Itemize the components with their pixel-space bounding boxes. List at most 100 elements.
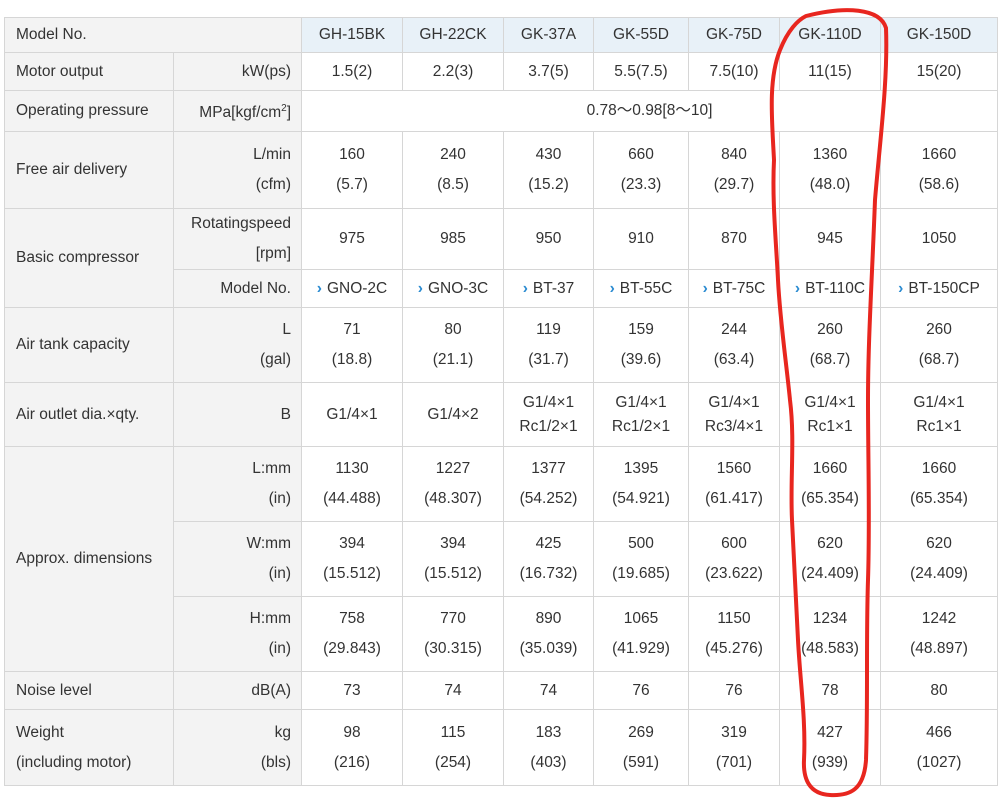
table-cell: 1242 (48.897) [880, 596, 998, 672]
table-cell: 1050 [880, 208, 998, 270]
cell-text: (41.929) [612, 640, 670, 657]
table-cell: 910 [593, 208, 689, 270]
cell-text: Rc3/4×1 [704, 417, 764, 435]
cell-text: (15.512) [424, 565, 482, 582]
row-label: Operating pressure [4, 90, 174, 132]
cell-text: (8.5) [437, 176, 469, 193]
compressor-model-cell: › GNO-3C [402, 269, 504, 308]
table-cell: G1/4×1 Rc1×1 [779, 382, 881, 447]
table-cell: 319 (701) [688, 709, 780, 786]
compressor-model-link[interactable]: › BT-75C [703, 280, 766, 297]
cell-text: G1/4×1 [913, 393, 965, 411]
table-cell: 159 (39.6) [593, 307, 689, 383]
cell-text: 1234 [812, 610, 848, 627]
cell-text: (45.276) [705, 640, 763, 657]
cell-text: (15.2) [528, 176, 569, 193]
compressor-model-cell: › BT-37 [503, 269, 594, 308]
table-cell: 71 (18.8) [301, 307, 403, 383]
spec-table-body: Model No. GH-15BK GH-22CK GK-37A GK-55D GK-75… [4, 17, 998, 786]
header-row: Model No. GH-15BK GH-22CK GK-37A GK-55D GK-75… [4, 17, 998, 53]
compressor-model-link[interactable]: › GNO-3C [418, 280, 488, 297]
table-cell: G1/4×2 [402, 382, 504, 447]
table-cell: 80 (21.1) [402, 307, 504, 383]
cell-text: (61.417) [705, 490, 763, 507]
cell-text: G1/4×1 [804, 393, 856, 411]
row-label: Model No. [4, 17, 302, 53]
cell-text: (54.921) [612, 490, 670, 507]
table-cell: 3.7(5) [503, 52, 594, 91]
unit-label: dB(A) [173, 671, 302, 710]
cell-text: 840 [721, 146, 747, 163]
cell-text: L [282, 321, 291, 338]
unit-label: L:mm (in) [173, 446, 302, 522]
cell-text: (30.315) [424, 640, 482, 657]
table-cell: 1360 (48.0) [779, 131, 881, 209]
unit-label: B [173, 382, 302, 447]
model-header: GK-55D [593, 17, 689, 53]
table-row: Operating pressure MPa[kgf/cm2] 0.78〜0.98[… [4, 90, 998, 132]
unit-label: Rotatingspeed [rpm] [173, 208, 302, 270]
cell-text: 260 [926, 321, 952, 338]
cell-text: 71 [343, 321, 361, 338]
cell-text: (19.685) [612, 565, 670, 582]
chevron-right-icon: › [702, 279, 708, 297]
table-cell: 890 (35.039) [503, 596, 594, 672]
table-cell: 98 (216) [301, 709, 403, 786]
table-cell: 1660 (65.354) [880, 446, 998, 522]
cell-text: 425 [535, 535, 562, 552]
row-label: Free air delivery [4, 131, 174, 209]
cell-text: 260 [817, 321, 843, 338]
compressor-model-link[interactable]: › GNO-2C [317, 280, 387, 297]
cell-text: (16.732) [519, 565, 578, 582]
table-cell: 945 [779, 208, 881, 270]
table-cell: G1/4×1 Rc1/2×1 [593, 382, 689, 447]
table-cell: 430 (15.2) [503, 131, 594, 209]
compressor-model-link[interactable]: › BT-37 [523, 280, 575, 297]
model-header: GH-22CK [402, 17, 504, 53]
cell-text: 890 [535, 610, 562, 627]
table-row: Motor output kW(ps) 1.5(2) 2.2(3) 3.7(5) 5.5(… [4, 52, 998, 91]
cell-text: 80 [444, 321, 462, 338]
cell-text: 758 [339, 610, 365, 627]
compressor-model-cell: › GNO-2C [301, 269, 403, 308]
table-cell: 660 (23.3) [593, 131, 689, 209]
table-row: Weight (including motor) kg (bls) 98 (216) 115… [4, 709, 998, 786]
model-header: GK-110D [779, 17, 881, 53]
cell-text: 183 [535, 723, 562, 741]
table-cell: 160 (5.7) [301, 131, 403, 209]
cell-text: 600 [721, 535, 747, 552]
cell-text: 1660 [921, 146, 957, 163]
table-cell: 758 (29.843) [301, 596, 403, 672]
compressor-model-link[interactable]: › BT-110C [795, 280, 865, 297]
cell-text: 160 [339, 146, 365, 163]
link-text: BT-55C [619, 279, 673, 297]
cell-text: (in) [268, 640, 291, 657]
cell-text: L/min [253, 146, 291, 163]
spec-table-container: Model No. GH-15BK GH-22CK GK-37A GK-55D GK-75… [4, 17, 998, 786]
cell-text: (48.0) [809, 176, 851, 193]
table-cell: 244 (63.4) [688, 307, 780, 383]
chevron-right-icon: › [898, 279, 904, 297]
table-cell: 1660 (65.354) [779, 446, 881, 522]
cell-text: 115 [440, 723, 466, 741]
cell-text: (63.4) [713, 351, 755, 368]
table-cell: 620 (24.409) [779, 521, 881, 597]
cell-text: (58.6) [918, 176, 960, 193]
table-cell: G1/4×1 Rc1×1 [880, 382, 998, 447]
table-cell: 1065 (41.929) [593, 596, 689, 672]
table-cell: 600 (23.622) [688, 521, 780, 597]
cell-text: (68.7) [918, 351, 960, 368]
cell-text: (29.843) [323, 640, 381, 657]
model-header: GK-75D [688, 17, 780, 53]
cell-text: Rotatingspeed [191, 215, 291, 232]
cell-text: 319 [721, 723, 747, 741]
compressor-model-link[interactable]: › BT-55C [610, 280, 673, 297]
compressor-model-link[interactable]: › BT-150CP [898, 280, 980, 297]
chevron-right-icon: › [417, 279, 423, 297]
cell-text: (65.354) [910, 490, 968, 507]
table-row: Basic compressor Rotatingspeed [rpm] 975 985… [4, 208, 998, 308]
chevron-right-icon: › [609, 279, 615, 297]
cell-text: (31.7) [528, 351, 569, 368]
cell-text: 1660 [921, 460, 957, 477]
cell-text: 1065 [623, 610, 659, 627]
